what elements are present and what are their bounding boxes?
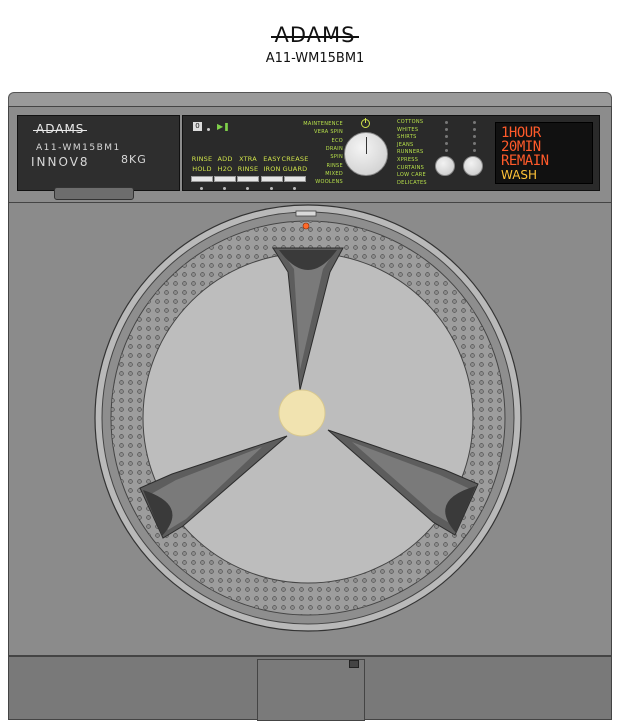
door-assembly [94,204,522,632]
door-lock-indicator [302,222,310,230]
drum-hub [278,389,326,437]
door-latch[interactable] [295,210,317,217]
machine-base [8,656,612,721]
filter-access-tab[interactable] [349,660,359,668]
filter-access-panel[interactable] [257,659,365,721]
